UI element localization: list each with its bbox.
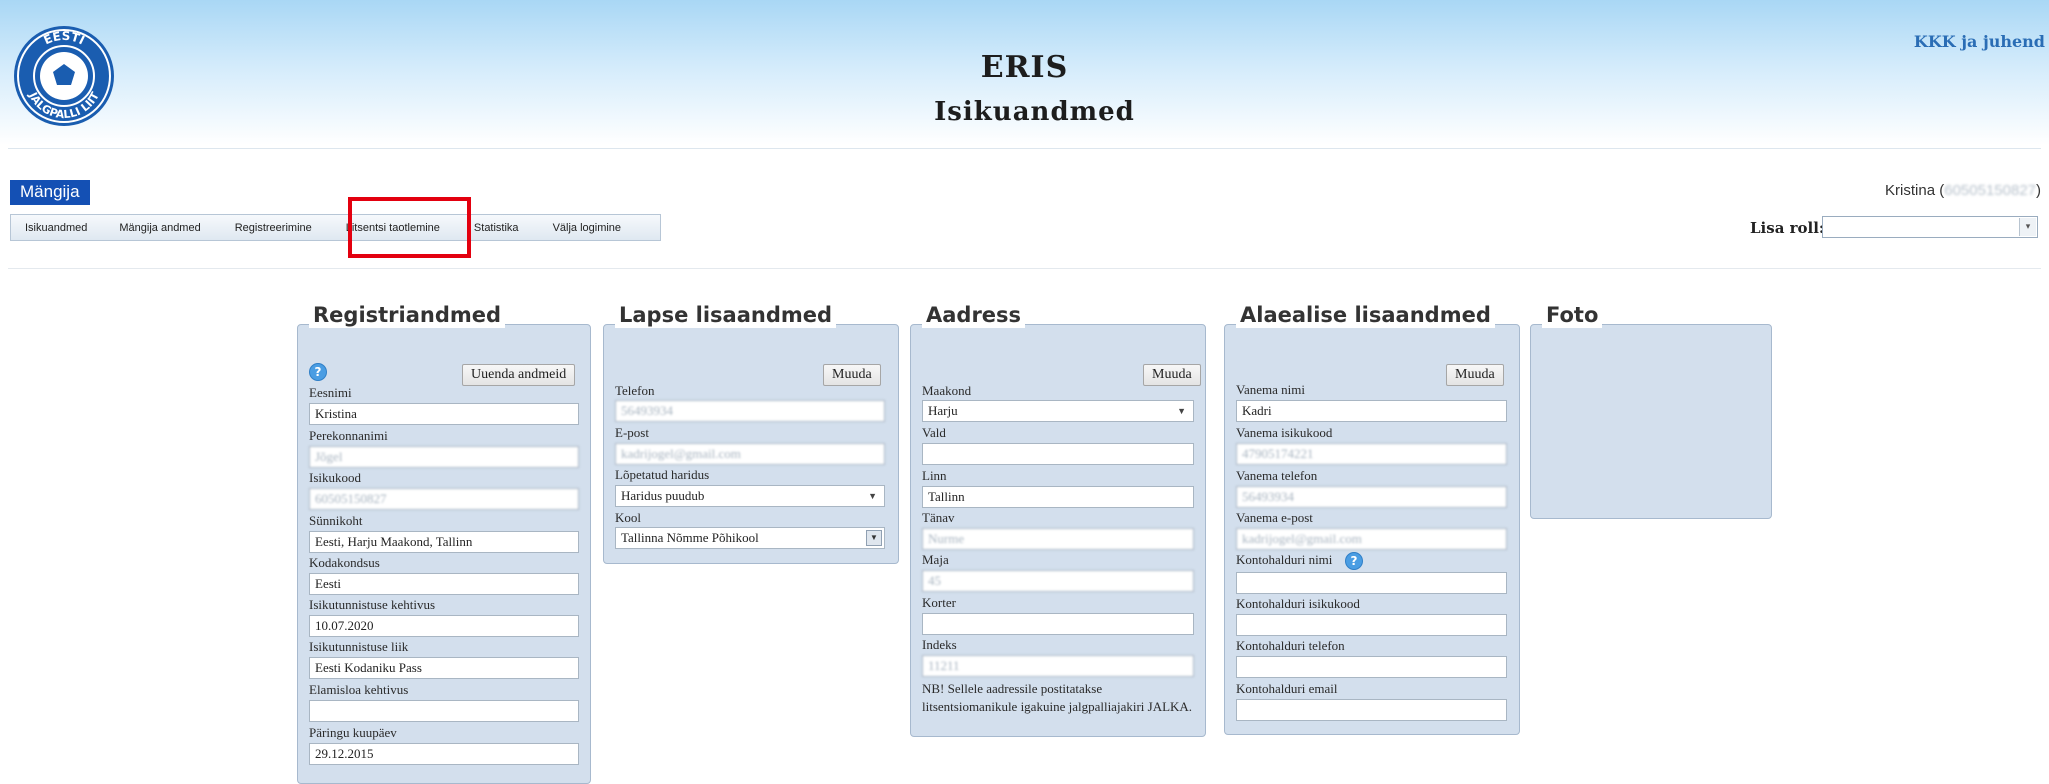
field-linn[interactable]: Tallinn xyxy=(922,486,1194,508)
help-icon[interactable]: ? xyxy=(1345,552,1363,570)
field-eesnimi[interactable]: Kristina xyxy=(309,403,579,425)
field-label-vald: Vald xyxy=(922,425,946,440)
field-telefon[interactable]: 56493934 xyxy=(615,400,885,422)
select-maakond[interactable]: Harju ▼ xyxy=(922,400,1194,422)
field-label-vanema-epost: Vanema e-post xyxy=(1236,510,1313,525)
header-banner: EESTI JALGPALLI LIIT ERIS Isikuandmed KK… xyxy=(0,0,2049,145)
chevron-down-icon: ▼ xyxy=(868,491,877,501)
chevron-down-icon: ▼ xyxy=(866,530,882,546)
field-label-maakond: Maakond xyxy=(922,383,972,398)
field-kontohalduri-telefon[interactable] xyxy=(1236,656,1507,678)
address-note-line-1: NB! Sellele aadressile postitatakse xyxy=(922,681,1103,696)
highlight-box xyxy=(348,197,471,258)
field-perekonnanimi[interactable]: Jõgel xyxy=(309,446,579,468)
field-paringu-kuupaev[interactable]: 29.12.2015 xyxy=(309,743,579,765)
field-vanema-nimi[interactable]: Kadri xyxy=(1236,400,1507,422)
field-label-kontohalduri-isikukood: Kontohalduri isikukood xyxy=(1236,596,1360,611)
field-label-synnikoht: Sünnikoht xyxy=(309,513,363,528)
field-label-kodakondsus: Kodakondsus xyxy=(309,555,380,570)
role-tab-mangija[interactable]: Mängija xyxy=(10,180,90,205)
field-indeks[interactable]: 11211 xyxy=(922,655,1194,677)
panel-foto xyxy=(1530,324,1772,519)
help-link[interactable]: KKK ja juhend xyxy=(1914,32,2045,51)
field-label-isikukood: Isikukood xyxy=(309,470,361,485)
field-label-kontohalduri-telefon: Kontohalduri telefon xyxy=(1236,638,1345,653)
select-kool[interactable]: Tallinna Nõmme Põhikool ▼ xyxy=(615,527,885,549)
field-elamisloa-kehtivus[interactable] xyxy=(309,700,579,722)
panel-title-aadress: Aadress xyxy=(922,302,1026,328)
field-label-linn: Linn xyxy=(922,468,947,483)
field-label-tanav: Tänav xyxy=(922,510,955,525)
field-label-epost: E-post xyxy=(615,425,649,440)
edit-button-alaealise[interactable]: Muuda xyxy=(1446,364,1504,386)
select-maakond-value: Harju xyxy=(928,403,958,418)
field-kontohalduri-isikukood[interactable] xyxy=(1236,614,1507,636)
user-name: Kristina xyxy=(1885,182,1936,199)
update-data-button[interactable]: Uuenda andmeid xyxy=(462,364,576,386)
field-vanema-epost[interactable]: kadrijogel@gmail.com xyxy=(1236,528,1507,550)
field-maja[interactable]: 45 xyxy=(922,570,1194,592)
divider xyxy=(8,268,2041,269)
field-kontohalduri-nimi[interactable] xyxy=(1236,572,1507,594)
menu-item-registreerimine[interactable]: Registreerimine xyxy=(235,222,312,234)
field-label-perekonnanimi: Perekonnanimi xyxy=(309,428,388,443)
field-label-vanema-nimi: Vanema nimi xyxy=(1236,382,1305,397)
main-menu: Isikuandmed Mängija andmed Registreerimi… xyxy=(10,214,661,241)
field-label-vanema-telefon: Vanema telefon xyxy=(1236,468,1318,483)
select-haridus[interactable]: Haridus puudub ▼ xyxy=(615,485,885,507)
field-isikukood[interactable]: 60505150827 xyxy=(309,488,579,510)
field-isikutunnistuse-liik[interactable]: Eesti Kodaniku Pass xyxy=(309,657,579,679)
menu-item-valja-logimine[interactable]: Välja logimine xyxy=(553,222,621,234)
field-vald[interactable] xyxy=(922,443,1194,465)
user-info: Kristina (60505150827) xyxy=(1885,182,2041,199)
field-vanema-isikukood[interactable]: 47905174221 xyxy=(1236,443,1507,465)
field-label-kool: Kool xyxy=(615,510,641,525)
panel-title-alaealise-lisaandmed: Alaealise lisaandmed xyxy=(1236,302,1495,328)
field-label-indeks: Indeks xyxy=(922,637,957,652)
field-label-isikutunnistuse-kehtivus: Isikutunnistuse kehtivus xyxy=(309,597,436,612)
field-label-haridus: Lõpetatud haridus xyxy=(615,467,710,482)
menu-item-mangija-andmed[interactable]: Mängija andmed xyxy=(119,222,200,234)
field-label-telefon: Telefon xyxy=(615,383,655,398)
field-kodakondsus[interactable]: Eesti xyxy=(309,573,579,595)
select-kool-value: Tallinna Nõmme Põhikool xyxy=(621,530,759,545)
app-title: ERIS xyxy=(980,50,1069,85)
address-note: NB! Sellele aadressile postitatakse lits… xyxy=(922,680,1192,716)
chevron-down-icon: ▼ xyxy=(1177,406,1186,416)
select-haridus-value: Haridus puudub xyxy=(621,488,705,503)
dropdown-arrow-icon[interactable]: ▾ xyxy=(2019,218,2036,236)
add-role-label: Lisa roll: xyxy=(1750,219,1825,237)
edit-button-lapse[interactable]: Muuda xyxy=(823,364,881,386)
field-synnikoht[interactable]: Eesti, Harju Maakond, Tallinn xyxy=(309,531,579,553)
field-vanema-telefon[interactable]: 56493934 xyxy=(1236,486,1507,508)
help-icon[interactable]: ? xyxy=(309,363,327,381)
menu-item-statistika[interactable]: Statistika xyxy=(474,222,519,234)
edit-button-aadress[interactable]: Muuda xyxy=(1143,364,1201,386)
field-label-kontohalduri-email: Kontohalduri email xyxy=(1236,681,1338,696)
add-role-select[interactable]: ▾ xyxy=(1822,216,2038,238)
field-epost[interactable]: kadrijogel@gmail.com xyxy=(615,443,885,465)
field-label-eesnimi: Eesnimi xyxy=(309,385,352,400)
field-korter[interactable] xyxy=(922,613,1194,635)
field-kontohalduri-email[interactable] xyxy=(1236,699,1507,721)
panel-title-lapse-lisaandmed: Lapse lisaandmed xyxy=(615,302,837,328)
user-id: 60505150827 xyxy=(1944,182,2036,199)
menu-item-isikuandmed[interactable]: Isikuandmed xyxy=(25,222,87,234)
field-tanav[interactable]: Nurme xyxy=(922,528,1194,550)
panel-title-foto: Foto xyxy=(1542,302,1603,328)
panel-title-registriandmed: Registriandmed xyxy=(309,302,506,328)
divider xyxy=(8,148,2041,149)
address-note-line-2: litsentsiomanikule igakuine jalgpalliaja… xyxy=(922,699,1193,714)
field-isikutunnistuse-kehtivus[interactable]: 10.07.2020 xyxy=(309,615,579,637)
field-label-korter: Korter xyxy=(922,595,956,610)
field-label-kontohalduri-nimi: Kontohalduri nimi xyxy=(1236,552,1333,567)
field-label-elamisloa-kehtivus: Elamisloa kehtivus xyxy=(309,682,409,697)
field-label-isikutunnistuse-liik: Isikutunnistuse liik xyxy=(309,639,409,654)
page-title: Isikuandmed xyxy=(934,97,1135,127)
field-label-vanema-isikukood: Vanema isikukood xyxy=(1236,425,1333,440)
field-label-paringu-kuupaev: Päringu kuupäev xyxy=(309,725,397,740)
field-label-maja: Maja xyxy=(922,552,949,567)
